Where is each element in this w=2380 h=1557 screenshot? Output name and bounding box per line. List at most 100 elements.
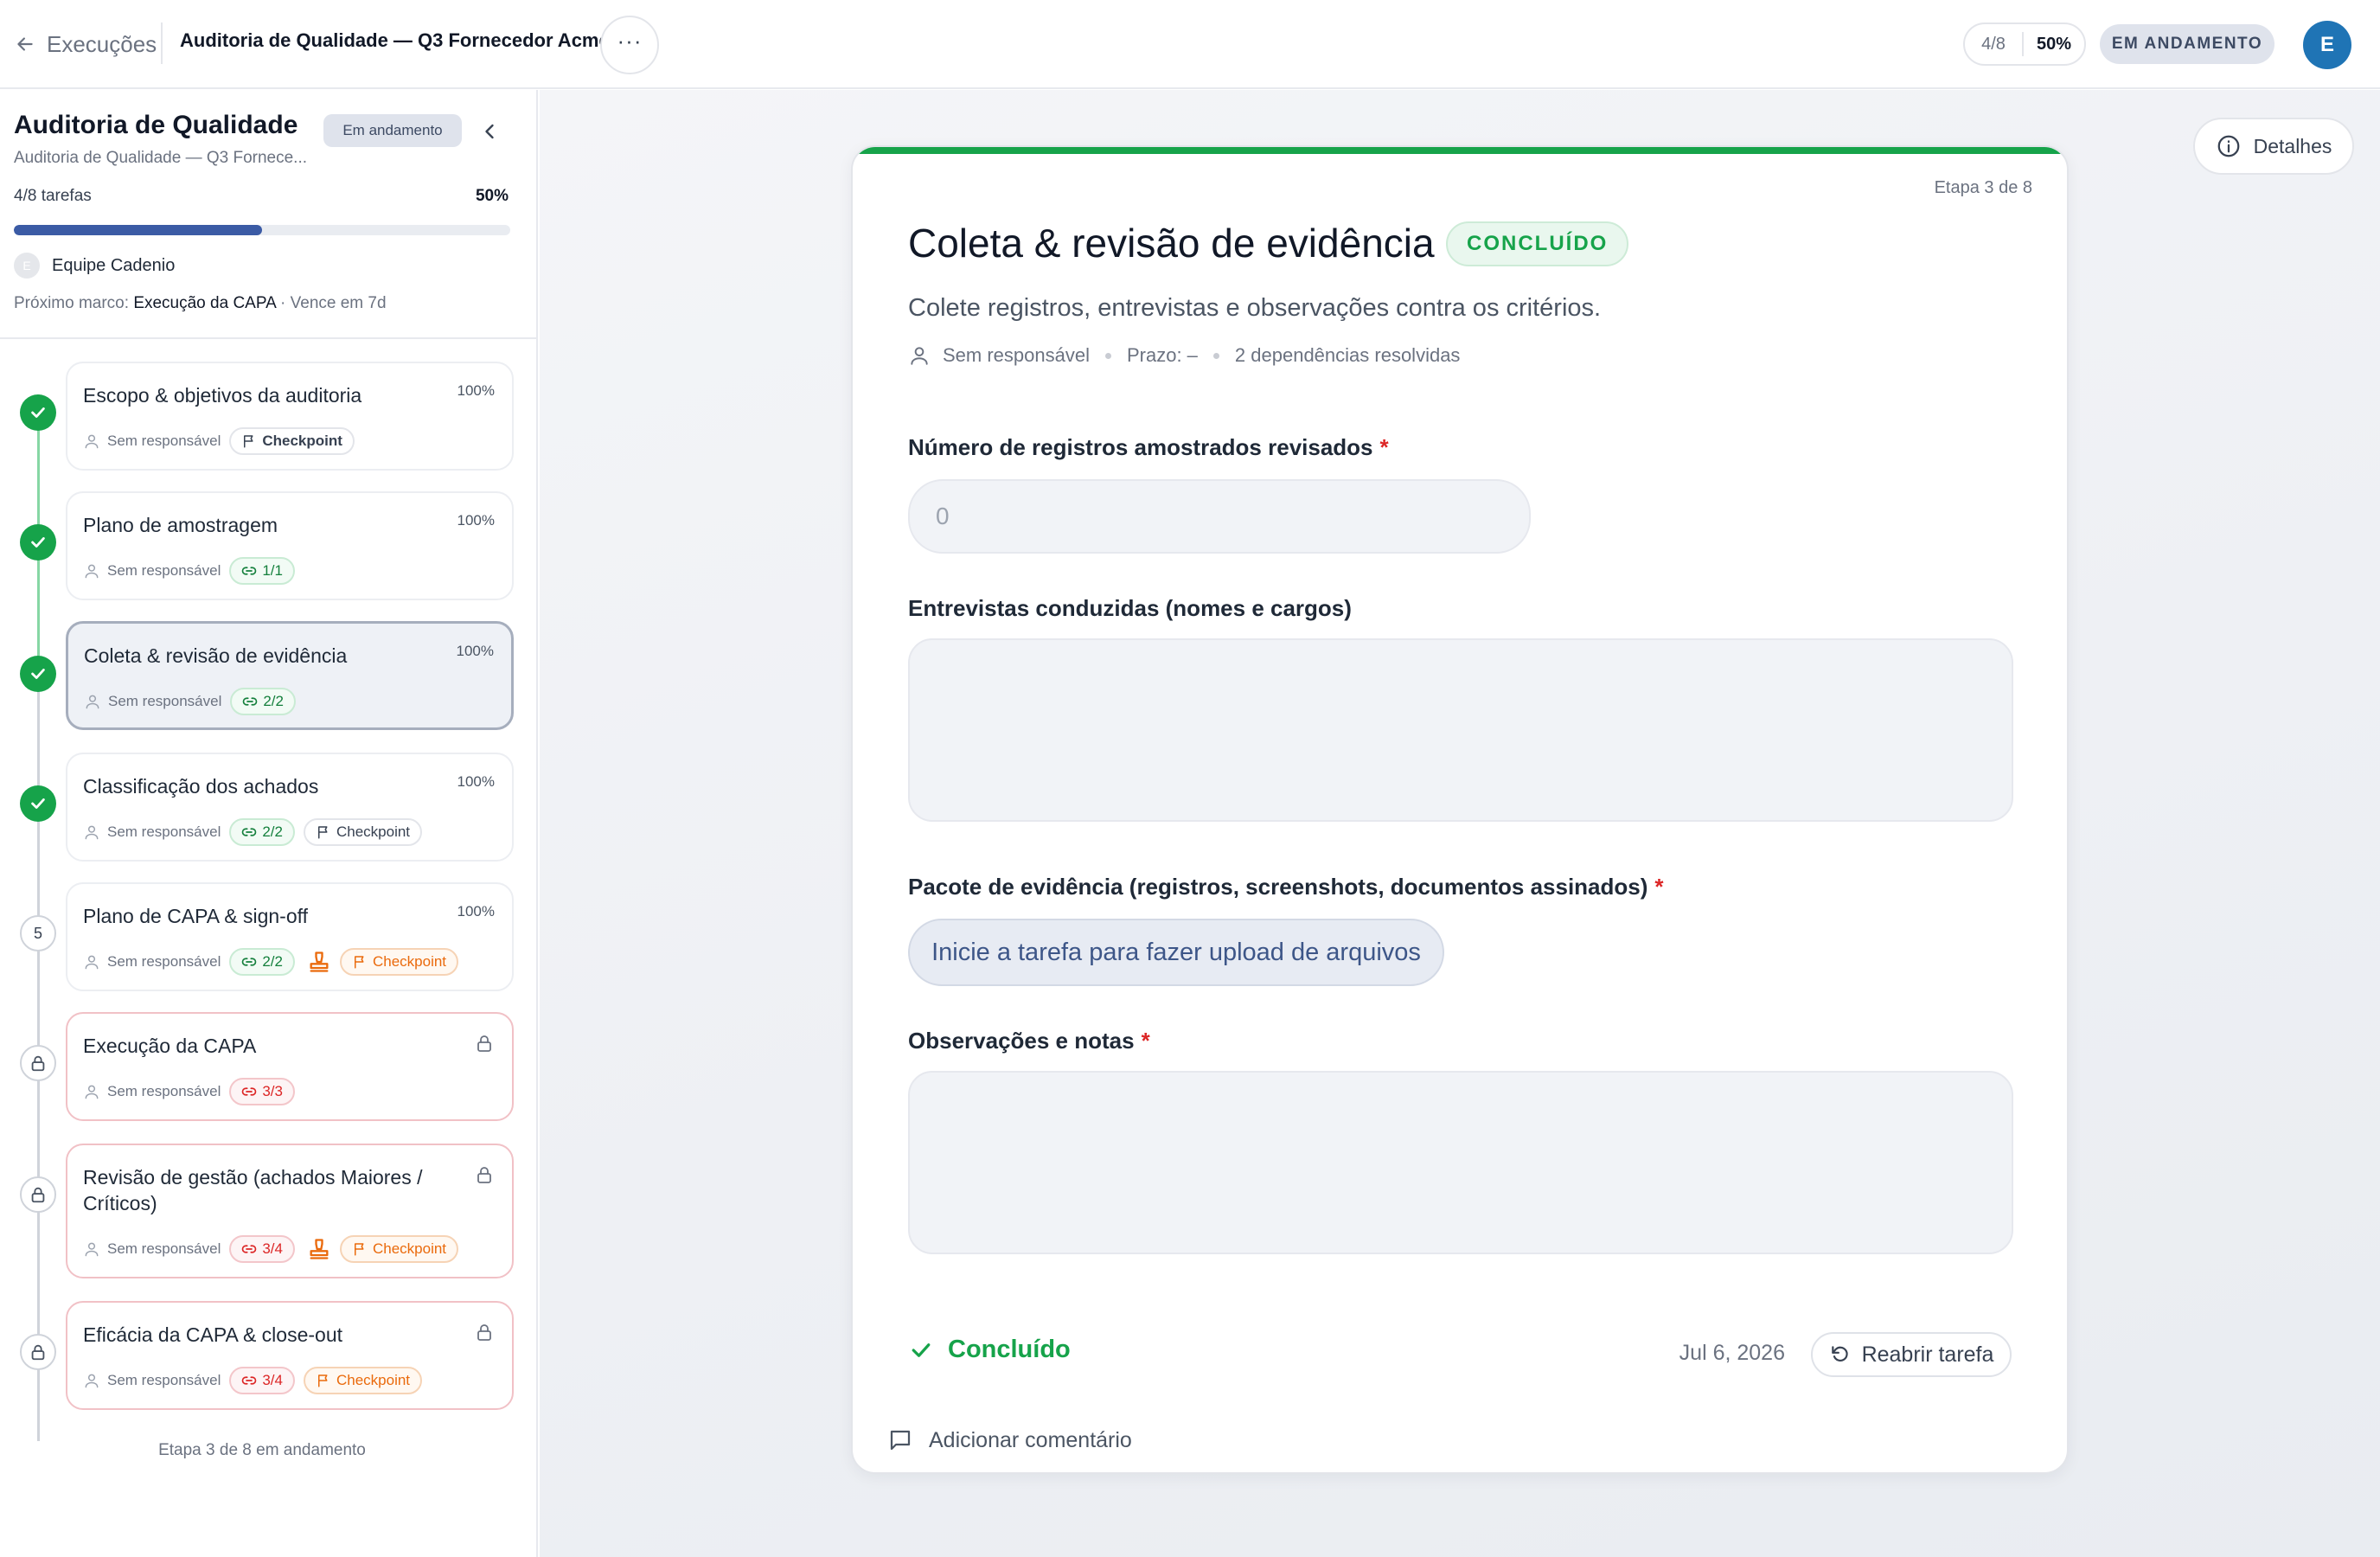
run-title: Auditoria de Qualidade — Q3 Fornecedor A… [180,29,610,51]
separator-dot [1104,352,1111,359]
completed-indicator: Concluído [908,1336,1071,1364]
tasks-progress-bar [14,225,510,235]
evidence-field-label: Pacote de evidência (registros, screensh… [908,874,1664,900]
team-avatar: E [14,253,40,279]
task-meta: Sem responsável 3/3 [83,1078,295,1105]
dependency-chip: 2/2 [229,818,295,846]
sidebar-title: Auditoria de Qualidade [14,111,298,139]
dependency-chip: 2/2 [229,948,295,976]
dependency-count: 2/2 [262,823,283,840]
flag-icon [317,826,328,839]
user-icon [86,695,99,709]
step-complete-node [20,656,56,692]
completed-label: Concluído [948,1336,1071,1363]
dependency-count: 2/2 [263,693,284,709]
checkpoint-chip: Checkpoint [339,1235,459,1263]
task-assignee: Sem responsável [107,432,221,449]
link-icon [242,567,257,575]
reopen-task-button[interactable]: Reabrir tarefa [1811,1332,2012,1377]
link-icon [242,828,257,836]
milestone-name: Execução da CAPA [133,294,276,312]
samples-input[interactable]: 0 [908,479,1531,554]
checkpoint-label: Checkpoint [372,1240,447,1257]
milestone-due: · Vence em 7d [280,294,387,312]
user-icon [85,434,99,449]
flag-icon [317,1374,328,1387]
check-icon [31,537,45,548]
user-icon [85,1374,99,1388]
dependency-chip: 3/4 [229,1367,295,1394]
task-card-classificacao[interactable]: Classificação dos achados 100% Sem respo… [66,753,514,862]
task-assignee: Sem responsável [107,953,221,970]
task-percent: 100% [457,903,495,919]
task-card-revisao-gestao[interactable]: Revisão de gestão (achados Maiores / Crí… [66,1144,514,1278]
checkpoint-chip: Checkpoint [339,948,459,976]
step-locked-node [20,1176,56,1213]
user-icon [85,825,99,840]
task-percent: 100% [457,512,495,529]
next-milestone: Próximo marco: Execução da CAPA · Vence … [14,294,387,313]
task-card-execucao-capa[interactable]: Execução da CAPA Sem responsável 3/3 [66,1012,514,1121]
back-label: Execuções [47,30,157,57]
notes-textarea[interactable] [908,1071,2013,1254]
samples-label-text: Número de registros amostrados revisados [908,434,1373,460]
task-assignee: Sem responsável [107,1240,221,1257]
back-link[interactable]: Execuções [14,26,157,62]
task-meta: Sem responsável 2/2 [84,688,296,715]
checkpoint-label: Checkpoint [336,823,411,840]
notes-field-label: Observações e notas * [908,1028,1150,1054]
upload-files-button[interactable]: Inicie a tarefa para fazer upload de arq… [908,919,1444,986]
flag-icon [354,956,364,969]
task-percent: 100% [457,773,495,790]
more-options-button[interactable]: ··· [600,16,659,74]
task-card-plano-capa[interactable]: Plano de CAPA & sign-off 100% Sem respon… [66,882,514,991]
add-comment-button[interactable]: Adicionar comentário [887,1427,1132,1453]
task-assignee: Sem responsável [107,1083,221,1099]
sidebar-subtitle: Auditoria de Qualidade — Q3 Fornece... [14,149,308,167]
task-meta: Sem responsável Checkpoint [83,427,355,455]
details-button[interactable]: Detalhes [2193,118,2354,175]
status-badge: EM ANDAMENTO [2100,24,2274,64]
task-title: Eficácia da CAPA & close-out [83,1323,342,1346]
task-assignee: Sem responsável [107,562,221,579]
dependency-count: 2/2 [262,953,283,970]
dependency-count: 1/1 [262,562,283,579]
task-title: Coleta & revisão de evidência [908,221,1435,266]
sidebar-footer: Etapa 3 de 8 em andamento [158,1441,366,1459]
step-indicator: Etapa 3 de 8 [1934,178,2032,197]
task-meta: Sem responsável 3/4 Checkpoint [83,1235,459,1263]
task-title: Escopo & objetivos da auditoria [83,384,362,407]
tasks-progress-fill [14,225,262,235]
task-percent: 100% [456,643,494,659]
progress-percent: 50% [2036,34,2072,54]
required-marker: * [1654,874,1664,900]
sidebar-status-badge: Em andamento [323,114,462,147]
task-due: Prazo: – [1126,344,1198,366]
milestone-prefix: Próximo marco: [14,294,130,312]
checkpoint-label: Checkpoint [262,432,342,449]
lock-icon [477,1324,491,1341]
user-avatar[interactable]: E [2303,21,2351,69]
chevron-left-icon[interactable] [477,119,502,144]
task-title: Revisão de gestão (achados Maiores / Crí… [83,1166,423,1214]
task-title: Classificação dos achados [83,775,319,798]
check-icon [31,407,45,418]
lock-icon [31,1055,45,1072]
interviews-field-label: Entrevistas conduzidas (nomes e cargos) [908,595,1352,621]
task-description: Colete registros, entrevistas e observaç… [908,294,1602,322]
interviews-textarea[interactable] [908,638,2013,822]
task-percent: 100% [457,382,495,399]
separator-dot [1212,352,1219,359]
user-icon [911,347,928,365]
task-card-eficacia-capa[interactable]: Eficácia da CAPA & close-out Sem respons… [66,1301,514,1410]
checkpoint-label: Checkpoint [372,953,447,970]
task-detail-card: Etapa 3 de 8 Coleta & revisão de evidênc… [851,145,2069,1474]
task-assignee: Sem responsável [108,693,222,709]
task-card-coleta-evidencia[interactable]: Coleta & revisão de evidência 100% Sem r… [66,621,514,730]
task-card-escopo[interactable]: Escopo & objetivos da auditoria 100% Sem… [66,362,514,471]
reopen-label: Reabrir tarefa [1861,1342,1994,1367]
task-meta: Sem responsável 1/1 [83,557,295,585]
task-card-plano-amostragem[interactable]: Plano de amostragem 100% Sem responsável… [66,491,514,600]
dependency-count: 3/3 [262,1083,283,1099]
top-bar: Execuções Auditoria de Qualidade — Q3 Fo… [0,0,2380,89]
